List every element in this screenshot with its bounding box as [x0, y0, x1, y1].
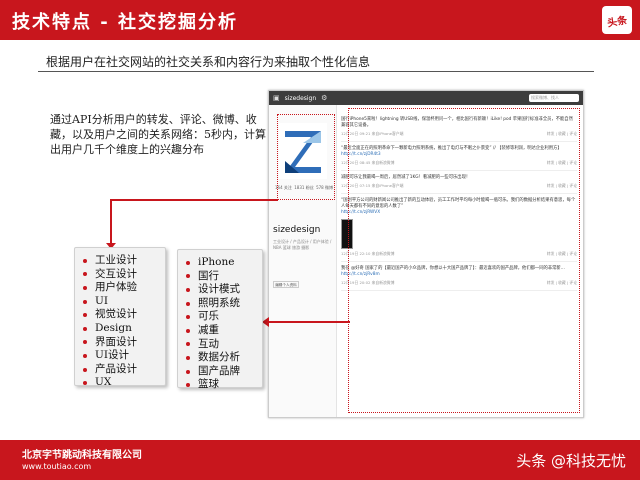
keyword-item: UX [83, 376, 157, 390]
home-icon: ▣ [273, 94, 280, 102]
keyword-item: 用户体验 [83, 281, 157, 295]
keyword-label: 产品设计 [95, 362, 137, 375]
keyword-item: 设计模式 [186, 283, 254, 297]
bullet-icon [83, 353, 87, 358]
profile-highlight-box [277, 114, 335, 200]
description-text: 通过API分析用户的转发、评论、微博、收藏，以及用户之间的关系网络：5秒内，计算… [50, 113, 266, 156]
logo-text: 头条 [606, 14, 629, 30]
bullet-icon [83, 381, 87, 386]
keyword-item: 数据分析 [186, 351, 254, 365]
keyword-label: Design [95, 321, 132, 334]
keyword-item: 篮球 [186, 378, 254, 392]
keyword-item: UI [83, 295, 157, 309]
keyword-label: UI [95, 294, 108, 307]
keyword-item: Design [83, 322, 157, 336]
interest-keywords-list: iPhone 国行 设计模式 照明系统 可乐 减重 互动 数据分析 国产品牌 篮球 [186, 256, 254, 392]
keyword-label: 交互设计 [95, 267, 137, 280]
profile-meta: 工业设计 / 产品设计 / 用户体验 / NBA 篮球 旅游 摄影 [273, 239, 332, 250]
keyword-item: 互动 [186, 338, 254, 352]
keyword-label: UI设计 [95, 349, 129, 362]
keyword-label: 篮球 [198, 378, 219, 391]
keyword-label: 数据分析 [198, 351, 240, 364]
keyword-item: UI设计 [83, 349, 157, 363]
arrow-head-icon [262, 317, 269, 327]
bullet-icon [83, 299, 87, 304]
weibo-topbar: ▣ sizedesign ⚙ 搜索微博、找人 [269, 91, 583, 105]
keyword-label: 视觉设计 [95, 308, 137, 321]
edit-profile-button[interactable]: 编辑个人资料 [273, 281, 299, 288]
keyword-label: 国产品牌 [198, 364, 240, 377]
bullet-icon [186, 355, 190, 360]
design-keywords-list: 工业设计 交互设计 用户体验 UI 视觉设计 Design 界面设计 UI设计 产品设计 UX [83, 254, 157, 390]
connector-line [268, 321, 350, 323]
header-bar: 技术特点 - 社交挖掘分析 头条 [0, 0, 640, 40]
keyword-label: 可乐 [198, 310, 219, 323]
keyword-item: 照明系统 [186, 297, 254, 311]
profile-username: sizedesign [273, 225, 321, 235]
keyword-item: 交互设计 [83, 268, 157, 282]
interest-keywords-box: iPhone 国行 设计模式 照明系统 可乐 减重 互动 数据分析 国产品牌 篮球 [177, 249, 263, 390]
bullet-icon [186, 315, 190, 320]
keyword-label: 国行 [198, 269, 219, 282]
keyword-item: 界面设计 [83, 336, 157, 350]
bullet-icon [83, 340, 87, 345]
keyword-item: 产品设计 [83, 363, 157, 377]
bullet-icon [83, 285, 87, 290]
company-name: 北京字节跳动科技有限公司 [22, 450, 142, 461]
subtitle-divider [38, 71, 594, 72]
bullet-icon [186, 274, 190, 279]
bullet-icon [83, 272, 87, 277]
keyword-label: 设计模式 [198, 283, 240, 296]
company-url: www.toutiao.com [22, 462, 92, 471]
gear-icon: ⚙ [321, 94, 328, 102]
bullet-icon [186, 301, 190, 306]
watermark: 头条 @科技无忧 [516, 452, 626, 470]
search-input[interactable]: 搜索微博、找人 [529, 94, 579, 102]
keyword-item: iPhone [186, 256, 254, 270]
topbar-brand: sizedesign [284, 94, 317, 102]
keyword-label: 互动 [198, 337, 219, 350]
connector-line [110, 199, 278, 201]
keyword-label: 工业设计 [95, 254, 137, 266]
toutiao-logo: 头条 [602, 6, 632, 34]
bullet-icon [186, 260, 190, 265]
keyword-label: UX [95, 376, 112, 389]
keyword-label: 用户体验 [95, 281, 137, 294]
connector-line [110, 199, 112, 247]
feed-highlight-box [348, 108, 580, 413]
keyword-item: 可乐 [186, 310, 254, 324]
keyword-label: iPhone [198, 256, 235, 268]
page-title: 技术特点 - 社交挖掘分析 [12, 12, 239, 33]
design-keywords-box: 工业设计 交互设计 用户体验 UI 视觉设计 Design 界面设计 UI设计 产品设计 UX [74, 247, 166, 388]
keyword-item: 减重 [186, 324, 254, 338]
slide-subtitle: 根据用户在社交网站的社交关系和内容行为来抽取个性化信息 [46, 55, 371, 69]
keyword-item: 国行 [186, 270, 254, 284]
keyword-item: 视觉设计 [83, 308, 157, 322]
bullet-icon [83, 326, 87, 331]
bullet-icon [186, 287, 190, 292]
footer-bar: 北京字节跳动科技有限公司 www.toutiao.com 头条 @科技无忧 [0, 440, 640, 480]
keyword-label: 界面设计 [95, 335, 137, 348]
keyword-label: 减重 [198, 323, 219, 336]
keyword-item: 工业设计 [83, 254, 157, 268]
bullet-icon [186, 383, 190, 388]
bullet-icon [186, 369, 190, 374]
bullet-icon [186, 328, 190, 333]
bullet-icon [186, 342, 190, 347]
bullet-icon [83, 258, 87, 263]
bullet-icon [83, 367, 87, 372]
keyword-item: 国产品牌 [186, 365, 254, 379]
keyword-label: 照明系统 [198, 296, 240, 309]
bullet-icon [83, 313, 87, 318]
